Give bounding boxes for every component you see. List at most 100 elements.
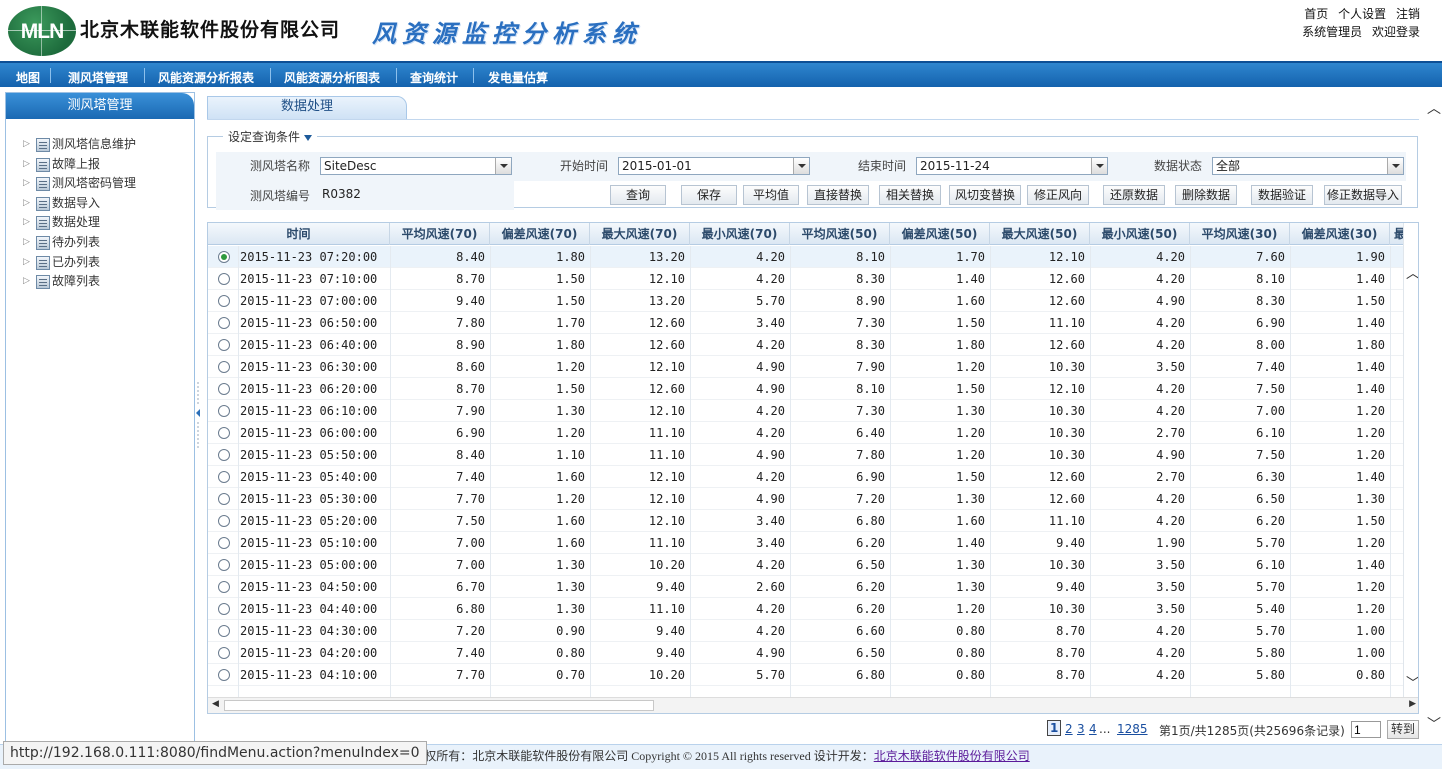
chevron-down-icon[interactable] xyxy=(1091,158,1107,174)
correct-direction-button[interactable]: 修正风向 xyxy=(1027,185,1089,205)
row-radio-button[interactable] xyxy=(218,493,230,505)
scroll-up-icon[interactable]: ︿ xyxy=(1406,263,1418,283)
row-radio-button[interactable] xyxy=(218,559,230,571)
page-number-input[interactable] xyxy=(1351,721,1381,738)
row-radio-button[interactable] xyxy=(218,317,230,329)
chevron-down-icon[interactable] xyxy=(495,158,511,174)
query-conditions-legend[interactable]: 设定查询条件 xyxy=(223,128,318,145)
direct-replace-button[interactable]: 直接替换 xyxy=(807,185,869,205)
table-row[interactable]: 2015-11-23 05:40:00 7.40 1.60 12.10 4.20 6.90… xyxy=(208,466,1404,488)
sidebar-item-data-import[interactable]: ▷ 数据导入 xyxy=(6,194,194,214)
column-header[interactable]: 偏差风速(30) xyxy=(1290,223,1390,245)
table-row[interactable]: 2015-11-23 07:00:00 9.40 1.50 13.20 5.70 8.90… xyxy=(208,290,1404,312)
expand-triangle-icon[interactable]: ▷ xyxy=(23,194,30,214)
average-button[interactable]: 平均值 xyxy=(743,185,799,205)
row-radio-button[interactable] xyxy=(218,581,230,593)
row-radio-button[interactable] xyxy=(218,515,230,527)
row-radio-button[interactable] xyxy=(218,405,230,417)
sidebar-item-fault-report[interactable]: ▷ 故障上报 xyxy=(6,155,194,175)
chevron-down-icon[interactable] xyxy=(793,158,809,174)
developer-link[interactable]: 北京木联能软件股份有限公司 xyxy=(874,749,1030,763)
delete-data-button[interactable]: 删除数据 xyxy=(1175,185,1237,205)
table-row[interactable]: 2015-11-23 06:50:00 7.80 1.70 12.60 3.40 7.30… xyxy=(208,312,1404,334)
page-link[interactable]: 3 xyxy=(1077,722,1085,736)
row-radio-button[interactable] xyxy=(218,361,230,373)
row-radio-button[interactable] xyxy=(218,471,230,483)
column-header[interactable]: 最大风速(50) xyxy=(990,223,1090,245)
scroll-left-icon[interactable]: ◀ xyxy=(212,699,219,709)
column-header[interactable]: 最大风速(70) xyxy=(590,223,690,245)
expand-triangle-icon[interactable]: ▷ xyxy=(23,272,30,292)
table-row[interactable]: 2015-11-23 05:50:00 8.40 1.10 11.10 4.90 7.80… xyxy=(208,444,1404,466)
table-row[interactable]: 2015-11-23 05:20:00 7.50 1.60 12.10 3.40 6.80… xyxy=(208,510,1404,532)
start-time-input[interactable]: 2015-01-01 xyxy=(618,157,810,175)
column-header[interactable]: 平均风速(30) xyxy=(1190,223,1290,245)
row-radio-button[interactable] xyxy=(218,251,230,263)
end-time-input[interactable]: 2015-11-24 xyxy=(916,157,1108,175)
query-button[interactable]: 查询 xyxy=(610,185,666,205)
nav-item-map[interactable]: 地图 xyxy=(16,69,40,86)
chevron-down-icon[interactable] xyxy=(1387,158,1403,174)
correlation-replace-button[interactable]: 相关替换 xyxy=(879,185,941,205)
table-row[interactable]: 2015-11-23 06:30:00 8.60 1.20 12.10 4.90 7.90… xyxy=(208,356,1404,378)
table-row[interactable]: 2015-11-23 07:10:00 8.70 1.50 12.10 4.20 8.30… xyxy=(208,268,1404,290)
nav-item-query-stats[interactable]: 查询统计 xyxy=(410,69,458,86)
row-radio-button[interactable] xyxy=(218,647,230,659)
row-radio-button[interactable] xyxy=(218,383,230,395)
column-header[interactable]: 最小风速(70) xyxy=(690,223,790,245)
table-row[interactable]: 2015-11-23 07:20:00 8.40 1.80 13.20 4.20 8.10… xyxy=(208,246,1404,268)
grid-vertical-scrollbar[interactable]: ︿ ﹀ xyxy=(1403,223,1418,699)
row-radio-button[interactable] xyxy=(218,625,230,637)
grid-horizontal-scrollbar[interactable]: ◀ ▶ xyxy=(208,697,1418,713)
column-header[interactable]: 偏差风速(70) xyxy=(490,223,590,245)
table-row[interactable]: 2015-11-23 04:10:00 7.70 0.70 10.20 5.70 6.80… xyxy=(208,664,1404,686)
sidebar-item-todo[interactable]: ▷ 待办列表 xyxy=(6,233,194,253)
goto-button[interactable]: 转到 xyxy=(1387,720,1419,739)
table-row[interactable]: 2015-11-23 05:30:00 7.70 1.20 12.10 4.90 7.20… xyxy=(208,488,1404,510)
save-button[interactable]: 保存 xyxy=(681,185,737,205)
row-radio-button[interactable] xyxy=(218,603,230,615)
sidebar-item-fault-list[interactable]: ▷ 故障列表 xyxy=(6,272,194,292)
column-header-time[interactable]: 时间 xyxy=(208,223,390,245)
expand-triangle-icon[interactable]: ▷ xyxy=(23,174,30,194)
row-radio-button[interactable] xyxy=(218,669,230,681)
scrollbar-thumb[interactable] xyxy=(224,700,654,711)
tab-data-processing[interactable]: 数据处理 xyxy=(207,96,407,120)
expand-triangle-icon[interactable]: ▷ xyxy=(23,253,30,273)
column-header[interactable]: 偏差风速(50) xyxy=(890,223,990,245)
restore-data-button[interactable]: 还原数据 xyxy=(1103,185,1165,205)
column-header[interactable]: 平均风速(70) xyxy=(390,223,490,245)
row-radio-button[interactable] xyxy=(218,273,230,285)
table-row[interactable]: 2015-11-23 06:00:00 6.90 1.20 11.10 4.20 6.40… xyxy=(208,422,1404,444)
nav-item-power-estimate[interactable]: 发电量估算 xyxy=(488,69,548,86)
last-page-link[interactable]: 1285 xyxy=(1117,722,1148,736)
table-row[interactable]: 2015-11-23 04:20:00 7.40 0.80 9.40 4.90 6.50 0… xyxy=(208,642,1404,664)
row-radio-button[interactable] xyxy=(218,339,230,351)
table-row[interactable]: 2015-11-23 04:40:00 6.80 1.30 11.10 4.20 6.20… xyxy=(208,598,1404,620)
scroll-up-icon[interactable]: ︿ xyxy=(1427,98,1441,118)
column-header[interactable]: 平均风速(50) xyxy=(790,223,890,245)
page-link[interactable]: 2 xyxy=(1065,722,1073,736)
row-radio-button[interactable] xyxy=(218,295,230,307)
nav-item-tower-management[interactable]: 测风塔管理 xyxy=(68,69,128,86)
validate-data-button[interactable]: 数据验证 xyxy=(1251,185,1313,205)
table-row[interactable]: 2015-11-23 04:50:00 6.70 1.30 9.40 2.60 6.20 1… xyxy=(208,576,1404,598)
wind-shear-replace-button[interactable]: 风切变替换 xyxy=(949,185,1021,205)
home-link[interactable]: 首页 xyxy=(1304,7,1328,21)
nav-item-resource-report[interactable]: 风能资源分析报表 xyxy=(158,69,254,86)
expand-triangle-icon[interactable]: ▷ xyxy=(23,213,30,233)
sidebar-collapse-handle[interactable] xyxy=(194,382,202,448)
tower-name-select[interactable]: SiteDesc xyxy=(320,157,512,175)
table-row[interactable]: 2015-11-23 04:30:00 7.20 0.90 9.40 4.20 6.60 0… xyxy=(208,620,1404,642)
sidebar-item-password[interactable]: ▷ 测风塔密码管理 xyxy=(6,174,194,194)
data-status-select[interactable]: 全部 xyxy=(1212,157,1404,175)
expand-triangle-icon[interactable]: ▷ xyxy=(23,135,30,155)
sidebar-item-data-processing[interactable]: ▷ 数据处理 xyxy=(6,213,194,233)
table-row[interactable]: 2015-11-23 06:10:00 7.90 1.30 12.10 4.20 7.30… xyxy=(208,400,1404,422)
table-row[interactable]: 2015-11-23 06:40:00 8.90 1.80 12.60 4.20 8.30… xyxy=(208,334,1404,356)
table-row[interactable]: 2015-11-23 05:10:00 7.00 1.60 11.10 3.40 6.20… xyxy=(208,532,1404,554)
logout-link[interactable]: 注销 xyxy=(1396,7,1420,21)
sidebar-item-done[interactable]: ▷ 已办列表 xyxy=(6,253,194,273)
scroll-right-icon[interactable]: ▶ xyxy=(1409,699,1416,709)
row-radio-button[interactable] xyxy=(218,427,230,439)
